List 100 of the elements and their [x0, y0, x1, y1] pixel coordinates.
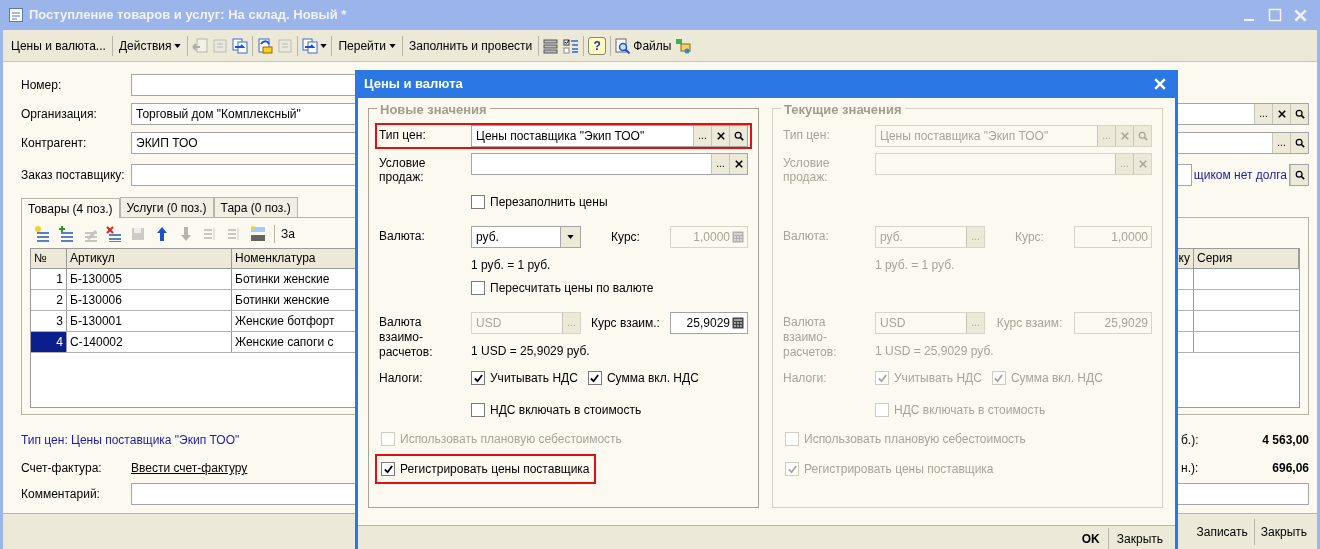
checkbox[interactable]	[587, 371, 602, 385]
help-button[interactable]: ?	[588, 36, 607, 55]
row-number[interactable]: 3	[31, 311, 67, 331]
clear-icon	[1120, 132, 1129, 140]
clear-button[interactable]	[711, 126, 729, 146]
form-button[interactable]: Закрыть	[1253, 518, 1313, 545]
choose-button[interactable]: ...	[693, 126, 711, 146]
checklist-icon[interactable]	[563, 37, 580, 54]
checkbox-label: Регистрировать цены поставщика	[400, 461, 590, 478]
caret-icon	[389, 43, 396, 48]
toolbar-button[interactable]: За	[274, 225, 295, 243]
toolbar-button[interactable]: Заполнить и провести	[407, 36, 535, 55]
field-label: Условие продаж:	[783, 155, 831, 184]
choose-button[interactable]: ...	[1254, 104, 1272, 124]
arrow-up-icon[interactable]	[154, 226, 170, 242]
checkbox-label: Использовать плановую себестоимость	[804, 431, 1026, 448]
rate-label: Курс:	[610, 229, 641, 246]
magnifier-icon[interactable]	[615, 37, 632, 54]
checkbox[interactable]	[471, 195, 485, 209]
checkbox[interactable]	[471, 371, 485, 385]
field-value: ЭКИП ТОО	[135, 135, 199, 152]
checkbox[interactable]	[471, 281, 485, 295]
documents-icon[interactable]	[232, 37, 249, 54]
choose-button[interactable]: ...	[1272, 133, 1290, 153]
add-row-icon[interactable]	[58, 226, 74, 242]
total-label: б.):	[1181, 432, 1199, 449]
search-button[interactable]	[1290, 133, 1308, 153]
field-label: Тип цен:	[783, 127, 831, 142]
form-button[interactable]: Записать	[1190, 518, 1254, 545]
form-icon	[9, 8, 23, 22]
rate-label: Курс взаим:	[995, 315, 1064, 332]
search-icon	[1137, 131, 1148, 141]
choose-button[interactable]: ...	[711, 154, 729, 174]
toolbar-button[interactable]: Цены и валюта...	[9, 36, 108, 55]
dialog-title: Цены и валюта	[364, 75, 463, 94]
checkbox-label: Использовать плановую себестоимость	[400, 431, 622, 448]
debt-link[interactable]: щиком нет долга	[1193, 166, 1287, 184]
table-cell: Б-130006	[67, 290, 232, 310]
list-icon[interactable]	[543, 37, 560, 54]
checkmark-icon	[590, 373, 600, 383]
row-number[interactable]: 1	[31, 269, 67, 289]
total-value: 4 563,00	[1262, 432, 1309, 449]
tab[interactable]: Услуги (0 поз.)	[119, 197, 214, 217]
checkbox-label: Учитывать НДС	[894, 370, 982, 387]
documents-icon[interactable]	[302, 37, 319, 54]
document-arrow-icon[interactable]	[257, 37, 274, 54]
total-label: н.):	[1181, 460, 1199, 477]
tab[interactable]: Товары (4 поз.)	[21, 198, 120, 218]
files-button[interactable]: Файлы	[615, 36, 672, 55]
checkbox-label: Сумма вкл. НДС	[606, 370, 699, 387]
menu-button[interactable]: Перейти	[336, 36, 398, 55]
clear-icon	[734, 160, 743, 168]
delete-row-icon[interactable]	[106, 226, 122, 242]
checkmark-icon	[383, 464, 393, 474]
field-value: Цены поставщика "Экип ТОО"	[475, 128, 646, 145]
barcode-icon[interactable]	[250, 226, 266, 242]
rate-field[interactable]: 25,9029	[670, 312, 748, 334]
search-button[interactable]	[1290, 165, 1308, 185]
field-label: Контрагент:	[21, 136, 88, 150]
dialog-button[interactable]: OK	[1073, 528, 1108, 549]
search-icon	[1294, 109, 1305, 119]
column-header[interactable]: Серия	[1194, 249, 1299, 268]
search-button[interactable]	[1290, 104, 1308, 124]
caret-icon	[320, 43, 328, 48]
dialog-button[interactable]: Закрыть	[1107, 528, 1171, 549]
field-value: Цены поставщика "Экип ТОО"	[879, 128, 1050, 145]
clear-button[interactable]	[1272, 104, 1290, 124]
clear-icon	[716, 132, 725, 140]
checkmark-icon	[994, 373, 1004, 383]
currency-field[interactable]: руб.	[471, 226, 581, 248]
checkbox[interactable]	[471, 403, 485, 417]
column-header[interactable]: №	[31, 249, 67, 268]
row-number[interactable]: 4	[31, 332, 67, 352]
menu-button[interactable]: Действия	[116, 36, 184, 55]
field-label: Номер:	[21, 78, 63, 92]
row-number[interactable]: 2	[31, 290, 67, 310]
structure-icon[interactable]	[675, 37, 692, 54]
checkmark-icon	[473, 373, 483, 383]
checkmark-icon	[877, 373, 887, 383]
field-label: Счет-фактура:	[21, 460, 103, 477]
search-button[interactable]	[729, 126, 747, 146]
add-row-icon[interactable]	[34, 226, 50, 242]
clear-button[interactable]	[729, 154, 747, 174]
checkbox-label: Учитывать НДС	[490, 370, 578, 387]
field-label: Налоги:	[379, 370, 424, 387]
calculator-icon[interactable]	[732, 317, 744, 329]
dropdown-button[interactable]	[560, 227, 580, 247]
column-header[interactable]: Артикул	[67, 249, 232, 268]
select-field[interactable]: ...	[471, 153, 748, 175]
rate-label: Курс взаим.:	[590, 315, 661, 332]
field-value: руб.	[879, 229, 904, 246]
tab[interactable]: Тара (0 поз.)	[213, 197, 298, 217]
invoice-link[interactable]: Ввести счет-фактуру	[131, 459, 248, 477]
select-field[interactable]: Цены поставщика "Экип ТОО" ...	[471, 125, 748, 147]
menu-button[interactable]	[302, 37, 328, 54]
rate-label: Курс:	[1014, 229, 1045, 246]
price-type-link[interactable]: Тип цен: Цены поставщика "Экип ТОО"	[21, 431, 240, 449]
checkbox-label: Сумма вкл. НДС	[1010, 370, 1103, 387]
checkbox[interactable]	[381, 462, 395, 476]
clear-icon	[1277, 110, 1286, 118]
